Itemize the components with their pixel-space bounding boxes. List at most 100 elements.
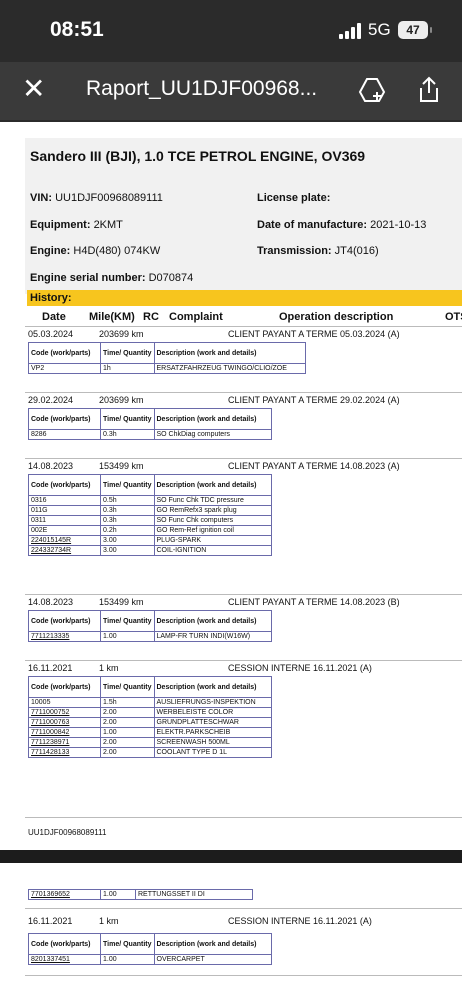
- part-code[interactable]: 7711000752: [28, 707, 101, 718]
- table-row: 224332734R 3.00 COIL-IGNITION: [28, 545, 272, 556]
- table-row: 002E 0.2h GO Rem-Ref ignition coil: [28, 525, 272, 536]
- part-code[interactable]: 8201337451: [28, 954, 101, 965]
- col-ots: OTS: [445, 311, 462, 323]
- part-code: 002E: [28, 525, 101, 536]
- table-row: 7701369652 1.00 RETTUNGSSET II DI: [28, 889, 253, 900]
- app-bar: ✕ Raport_UU1DJF00968...: [0, 62, 462, 120]
- col-date: Date: [42, 311, 66, 323]
- parts-header-qty: Time/ Quantity: [100, 474, 155, 496]
- mfg-row: Date of manufacture: 2021-10-13: [257, 219, 426, 231]
- part-description: COIL-IGNITION: [153, 545, 272, 556]
- table-row: 224015145R 3.00 PLUG-SPARK: [28, 535, 272, 546]
- parts-header-qty: Time/ Quantity: [100, 610, 155, 632]
- parts-header-row: Code (work/parts) Time/ Quantity Descripti…: [28, 933, 272, 955]
- part-description: ERSATZFAHRZEUG TWINGO/CLIO/ZOE: [153, 363, 306, 374]
- entry-operation: CLIENT PAYANT A TERME 14.08.2023 (B): [228, 597, 400, 607]
- separator-line: [25, 817, 462, 818]
- part-description: GO RemRefx3 spark plug: [153, 505, 272, 516]
- parts-header-code: Code (work/parts): [28, 342, 101, 364]
- part-description: PLUG-SPARK: [153, 535, 272, 546]
- serial-row: Engine serial number: D070874: [30, 272, 193, 284]
- table-row: 10005 1.5h AUSLIEFRUNGS-INSPEKTION: [28, 697, 272, 708]
- part-description: LAMP-FR TURN INDI(W16W): [153, 631, 272, 642]
- entry-date: 14.08.2023: [28, 461, 74, 471]
- footer-vin: UU1DJF00968089111: [28, 828, 107, 837]
- entry-date: 05.03.2024: [28, 329, 74, 339]
- close-icon[interactable]: ✕: [22, 74, 45, 104]
- vehicle-title: Sandero III (BJI), 1.0 TCE PETROL ENGINE…: [30, 148, 366, 164]
- part-description: WERBELEISTE COLOR: [153, 707, 272, 718]
- equipment-value: 2KMT: [93, 219, 123, 231]
- entry-date: 14.08.2023: [28, 597, 74, 607]
- part-code: 10005: [28, 697, 101, 708]
- document-page: Sandero III (BJI), 1.0 TCE PETROL ENGINE…: [0, 122, 462, 850]
- part-quantity: 1h: [100, 363, 155, 374]
- part-quantity: 3.00: [100, 545, 155, 556]
- table-row: 0311 0.3h SO Func Chk computers: [28, 515, 272, 526]
- mfg-value: 2021-10-13: [370, 219, 427, 231]
- share-icon[interactable]: [416, 76, 442, 104]
- entry-mileage: 153499 km: [99, 597, 144, 607]
- engine-label: Engine:: [30, 245, 71, 257]
- col-mileage: Mile(KM): [89, 311, 135, 323]
- part-description: GRUNDPLATTESCHWAR: [153, 717, 272, 728]
- part-code[interactable]: 224015145R: [28, 535, 101, 546]
- entry-mileage: 1 km: [99, 663, 119, 673]
- separator-line: [25, 392, 462, 393]
- equipment-row: Equipment: 2KMT: [30, 219, 123, 231]
- table-row: 8286 0.3h SO ChkDiag computers: [28, 429, 272, 440]
- entry-date: 29.02.2024: [28, 395, 74, 405]
- transmission-value: JT4(016): [334, 245, 379, 257]
- table-row: 7711238971 2.00 SCREENWASH 500ML: [28, 737, 272, 748]
- part-code[interactable]: 7711238971: [28, 737, 101, 748]
- part-description: GO Rem-Ref ignition coil: [153, 525, 272, 536]
- table-row: 7711428133 2.00 COOLANT TYPE D 1L: [28, 747, 272, 758]
- separator-line: [25, 326, 462, 327]
- parts-header-qty: Time/ Quantity: [100, 933, 155, 955]
- document-page-2: 7701369652 1.00 RETTUNGSSET II DI 16.11.202…: [0, 863, 462, 1000]
- part-quantity: 1.00: [100, 954, 155, 965]
- part-quantity: 1.00: [100, 631, 155, 642]
- part-description: AUSLIEFRUNGS-INSPEKTION: [153, 697, 272, 708]
- part-description: COOLANT TYPE D 1L: [153, 747, 272, 758]
- part-code[interactable]: 7711213335: [28, 631, 101, 642]
- engine-value: H4D(480) 074KW: [73, 245, 161, 257]
- part-quantity: 0.3h: [100, 429, 155, 440]
- entry-mileage: 203699 km: [99, 329, 144, 339]
- parts-header-qty: Time/ Quantity: [100, 342, 155, 364]
- parts-header-desc: Description (work and details): [153, 676, 272, 698]
- part-description: SO Func Chk computers: [153, 515, 272, 526]
- part-description: SO Func Chk TDC pressure: [153, 495, 272, 506]
- parts-header-row: Code (work/parts) Time/ Quantity Descripti…: [28, 408, 272, 430]
- parts-table: Code (work/parts) Time/ Quantity Descripti…: [28, 474, 272, 556]
- separator-line: [25, 975, 462, 976]
- part-quantity: 1.00: [100, 727, 155, 738]
- separator-line: [25, 908, 462, 909]
- separator-line: [25, 458, 462, 459]
- entry-operation: CESSION INTERNE 16.11.2021 (A): [228, 916, 372, 926]
- entry-mileage: 153499 km: [99, 461, 144, 471]
- part-code[interactable]: 224332734R: [28, 545, 101, 556]
- entry-operation: CLIENT PAYANT A TERME 05.03.2024 (A): [228, 329, 400, 339]
- separator-line: [25, 594, 462, 595]
- part-code[interactable]: 7711000842: [28, 727, 101, 738]
- transmission-row: Transmission: JT4(016): [257, 245, 379, 257]
- part-quantity: 0.3h: [100, 515, 155, 526]
- parts-header-desc: Description (work and details): [153, 933, 272, 955]
- parts-header-qty: Time/ Quantity: [100, 408, 155, 430]
- entry-operation: CLIENT PAYANT A TERME 14.08.2023 (A): [228, 461, 400, 471]
- part-quantity: 2.00: [100, 707, 155, 718]
- table-row: 7711000752 2.00 WERBELEISTE COLOR: [28, 707, 272, 718]
- parts-table: Code (work/parts) Time/ Quantity Descripti…: [28, 342, 306, 374]
- part-code[interactable]: 7711000763: [28, 717, 101, 728]
- history-header: History:: [27, 290, 462, 306]
- part-code[interactable]: 7711428133: [28, 747, 101, 758]
- parts-table: Code (work/parts) Time/ Quantity Descripti…: [28, 610, 272, 642]
- table-row: 011G 0.3h GO RemRefx3 spark plug: [28, 505, 272, 516]
- part-code[interactable]: 7701369652: [28, 889, 101, 900]
- parts-table: Code (work/parts) Time/ Quantity Descripti…: [28, 933, 272, 965]
- transmission-label: Transmission:: [257, 245, 332, 257]
- add-to-drive-icon[interactable]: [358, 76, 386, 104]
- parts-header-code: Code (work/parts): [28, 676, 101, 698]
- serial-label: Engine serial number:: [30, 272, 146, 284]
